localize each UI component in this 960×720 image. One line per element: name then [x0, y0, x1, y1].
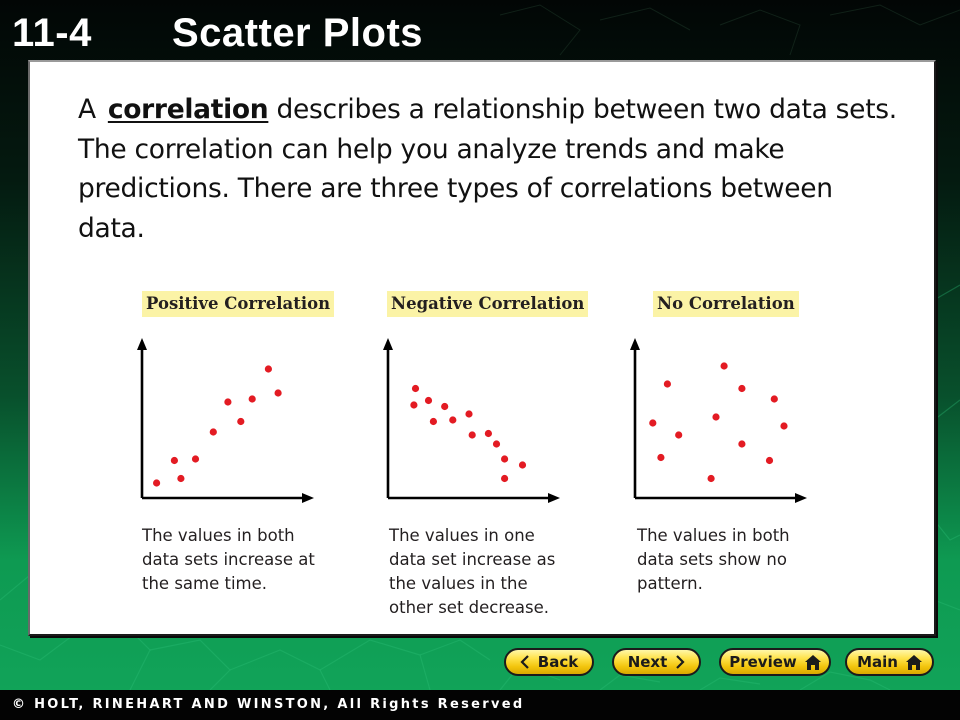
- data-point: [449, 416, 457, 424]
- data-point: [770, 395, 778, 403]
- preview-button-label: Preview: [729, 653, 797, 671]
- data-point: [720, 362, 728, 370]
- main-button-label: Main: [857, 653, 898, 671]
- y-axis-arrow-icon: [630, 338, 640, 350]
- home-icon: [804, 654, 821, 670]
- next-button[interactable]: Next: [612, 648, 701, 676]
- lesson-number: 11-4: [12, 10, 92, 55]
- positive-correlation-description: The values in both data sets increase at…: [142, 524, 352, 596]
- data-point: [712, 413, 720, 421]
- home-icon: [905, 654, 922, 670]
- positive-correlation-label: Positive Correlation: [142, 291, 335, 317]
- back-button-label: Back: [537, 653, 579, 671]
- chevron-left-icon: [520, 654, 530, 670]
- data-point: [657, 453, 665, 462]
- preview-button[interactable]: Preview: [719, 648, 831, 676]
- description-line: data sets increase at: [142, 550, 315, 569]
- next-button-label: Next: [627, 653, 668, 671]
- copyright-text: © HOLT, RINEHART AND WINSTON, All Rights…: [12, 697, 525, 712]
- data-point: [274, 389, 282, 397]
- no-correlation-description: The values in both data sets show no pat…: [637, 524, 847, 596]
- description-line: other set decrease.: [389, 598, 550, 617]
- vocabulary-term[interactable]: correlation: [108, 94, 269, 125]
- main-button[interactable]: Main: [845, 648, 934, 676]
- x-axis-arrow-icon: [302, 493, 314, 503]
- description-line: The values in both: [142, 526, 295, 545]
- data-point: [492, 440, 501, 448]
- data-point: [237, 417, 245, 426]
- data-point: [738, 440, 746, 448]
- description-line: data sets show no: [637, 550, 787, 569]
- copyright-footer: © HOLT, RINEHART AND WINSTON, All Rights…: [0, 690, 960, 720]
- intro-paragraph: Acorrelation describes a relationship be…: [78, 90, 898, 248]
- description-line: the same time.: [142, 574, 268, 593]
- negative-correlation-description: The values in one data set increase as t…: [389, 524, 599, 620]
- x-axis-arrow-icon: [548, 493, 560, 503]
- chevron-right-icon: [675, 654, 685, 670]
- data-point: [177, 474, 185, 483]
- data-point: [465, 410, 473, 418]
- data-point: [649, 419, 657, 427]
- negative-correlation-label: Negative Correlation: [387, 291, 589, 317]
- description-line: pattern.: [637, 574, 703, 593]
- description-line: The values in one: [389, 526, 535, 545]
- data-point: [248, 395, 256, 403]
- data-point: [765, 456, 774, 465]
- y-axis-arrow-icon: [137, 338, 147, 350]
- no-correlation-label: No Correlation: [653, 291, 799, 317]
- data-point: [429, 417, 437, 426]
- data-point: [224, 398, 232, 406]
- data-point: [411, 384, 420, 393]
- data-point: [468, 431, 476, 439]
- data-point: [501, 474, 509, 483]
- data-point: [441, 402, 449, 411]
- data-point: [209, 428, 217, 436]
- back-button[interactable]: Back: [504, 648, 594, 676]
- data-point: [191, 455, 200, 463]
- description-line: data set increase as: [389, 550, 556, 569]
- data-point: [410, 401, 418, 409]
- data-point: [738, 384, 746, 393]
- content-panel: Acorrelation describes a relationship be…: [28, 60, 936, 636]
- no-correlation-plot: [630, 338, 807, 503]
- description-line: the values in the: [389, 574, 528, 593]
- data-point: [264, 365, 272, 373]
- x-axis-arrow-icon: [795, 493, 807, 503]
- data-point: [663, 380, 671, 388]
- data-point: [424, 396, 433, 405]
- data-point: [170, 456, 178, 465]
- positive-correlation-plot: [137, 338, 314, 503]
- y-axis-arrow-icon: [383, 338, 393, 350]
- negative-correlation-plot: [383, 338, 560, 503]
- data-point: [501, 455, 509, 463]
- intro-prefix: A: [78, 94, 96, 125]
- data-point: [518, 461, 527, 469]
- data-point: [780, 422, 788, 430]
- description-line: The values in both: [637, 526, 790, 545]
- data-point: [707, 474, 715, 483]
- data-point: [675, 431, 683, 439]
- data-point: [153, 479, 161, 487]
- lesson-title: Scatter Plots: [172, 10, 424, 55]
- data-point: [484, 429, 492, 438]
